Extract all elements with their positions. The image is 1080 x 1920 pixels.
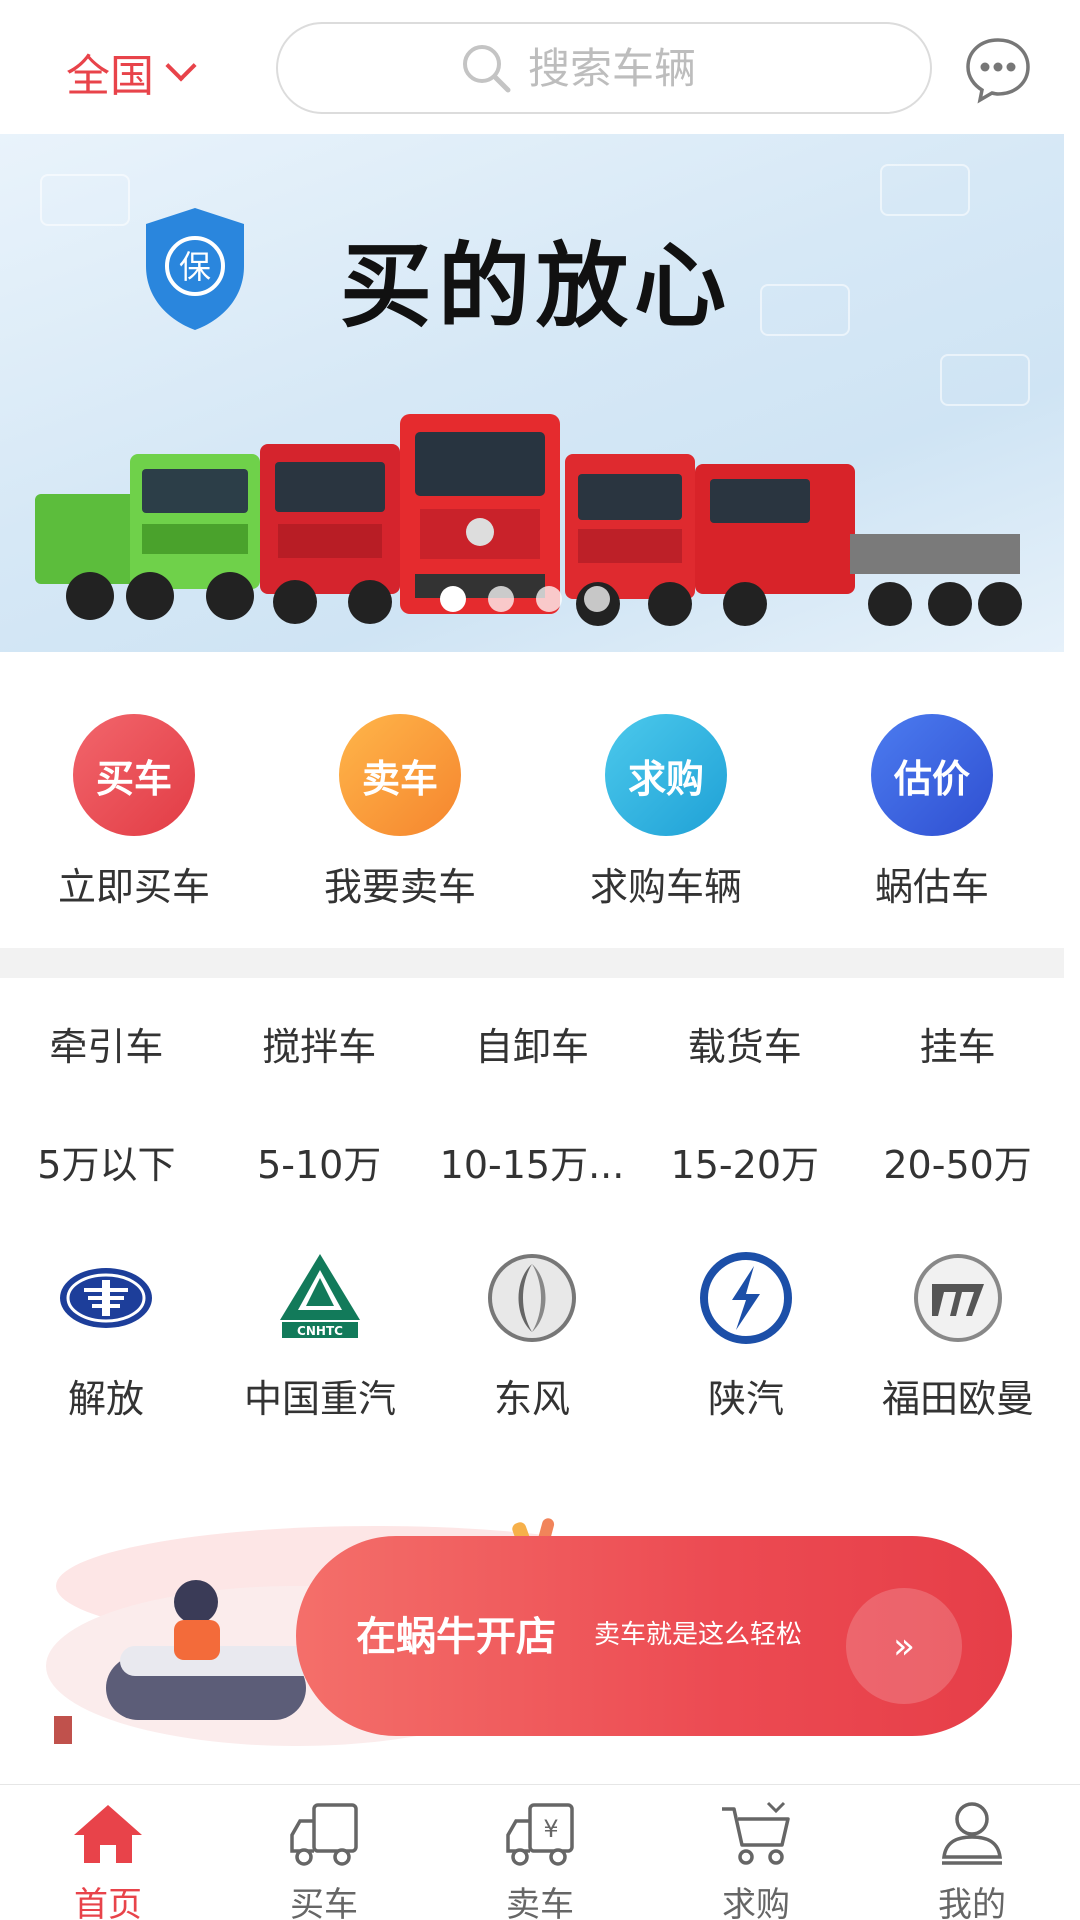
cnhtc-logo-icon: CNHTC: [280, 1254, 360, 1338]
open-store-banner[interactable]: 在蜗牛开店 卖车就是这么轻松 »: [46, 1516, 1036, 1756]
category-dump[interactable]: 自卸车: [426, 1016, 639, 1071]
quick-action-sell[interactable]: 卖车 我要卖车: [300, 714, 500, 911]
brand-cnhtc[interactable]: CNHTC 中国重汽: [214, 1250, 426, 1423]
tab-label: 卖车: [506, 1885, 574, 1920]
banner-title: 买的放心: [340, 233, 733, 340]
quick-actions: 买车 立即买车 卖车 我要卖车 求购 求购车辆 估价 蜗估车: [0, 652, 1064, 948]
green-truck: [35, 454, 260, 620]
price-range[interactable]: 10-15万...: [426, 1134, 639, 1189]
price-row: 5万以下 5-10万 10-15万... 15-20万 20-50万: [0, 1134, 1064, 1189]
region-label: 全国: [66, 51, 154, 102]
tab-buy[interactable]: 买车: [216, 1785, 432, 1920]
quick-action-label: 我要卖车: [323, 865, 476, 909]
estimate-badge: 估价: [871, 714, 993, 836]
price-range[interactable]: 20-50万: [851, 1134, 1064, 1189]
category-row: 牵引车 搅拌车 自卸车 载货车 挂车: [0, 1016, 1064, 1071]
svg-text:CNHTC: CNHTC: [297, 1324, 343, 1338]
brand-name: 福田欧曼: [881, 1377, 1034, 1421]
hex-decoration: [880, 164, 970, 216]
category-cargo[interactable]: 载货车: [638, 1016, 851, 1071]
category-tractor[interactable]: 牵引车: [0, 1016, 213, 1071]
hex-decoration: [40, 174, 130, 226]
truck-yuan-icon: ¥: [506, 1803, 574, 1866]
dongfeng-logo-icon: [488, 1254, 576, 1342]
search-icon: [463, 45, 511, 93]
promo-banner[interactable]: 保 买的放心: [0, 134, 1064, 652]
shield-icon: 保: [146, 208, 244, 330]
category-mixer[interactable]: 搅拌车: [213, 1016, 426, 1071]
message-icon[interactable]: [964, 36, 1032, 104]
tab-label: 我的: [938, 1885, 1006, 1920]
top-header: 全国: [0, 0, 1080, 134]
brand-name: 陕汽: [707, 1377, 784, 1421]
tab-label: 首页: [74, 1885, 142, 1920]
foton-logo-icon: [914, 1254, 1002, 1342]
red-truck: [260, 444, 400, 624]
price-range[interactable]: 15-20万: [638, 1134, 851, 1189]
promo-arrow-button[interactable]: »: [846, 1588, 962, 1704]
bottom-tab-bar: 首页 买车 ¥ 卖车 求购 我的: [0, 1784, 1080, 1920]
chevron-down-icon: [165, 50, 197, 82]
cart-icon: [722, 1801, 790, 1865]
quick-action-estimate[interactable]: 估价 蜗估车: [832, 714, 1032, 911]
brand-shacman[interactable]: 陕汽: [640, 1250, 852, 1423]
price-range[interactable]: 5万以下: [0, 1134, 213, 1189]
brand-name: 东风: [493, 1377, 570, 1421]
home-icon: [74, 1805, 142, 1863]
hex-decoration: [760, 284, 850, 336]
quick-action-label: 立即买车: [57, 865, 210, 909]
brand-faw[interactable]: 解放: [0, 1250, 212, 1423]
quick-action-request[interactable]: 求购 求购车辆: [566, 714, 766, 911]
tab-label: 求购: [722, 1885, 790, 1920]
quick-action-label: 蜗估车: [874, 865, 989, 909]
shacman-logo-icon: [700, 1252, 792, 1344]
faw-logo-icon: [60, 1268, 152, 1328]
tab-mine[interactable]: 我的: [864, 1785, 1080, 1920]
carousel-dot[interactable]: [488, 586, 514, 612]
price-range[interactable]: 5-10万: [213, 1134, 426, 1189]
tab-home[interactable]: 首页: [0, 1785, 216, 1920]
user-icon: [942, 1802, 1002, 1865]
brand-name: 中国重汽: [243, 1377, 396, 1421]
quick-action-label: 求购车辆: [589, 865, 742, 909]
section-divider: [0, 948, 1064, 978]
brand-name: 解放: [67, 1377, 144, 1421]
request-badge: 求购: [605, 714, 727, 836]
tab-sell[interactable]: ¥ 卖车: [432, 1785, 648, 1920]
svg-text:¥: ¥: [543, 1815, 558, 1843]
region-selector[interactable]: 全国: [66, 40, 197, 104]
search-bar[interactable]: [276, 22, 932, 114]
tab-label: 买车: [290, 1885, 358, 1920]
search-input[interactable]: [528, 43, 748, 93]
carousel-indicator: [440, 586, 610, 612]
category-trailer[interactable]: 挂车: [851, 1016, 1064, 1071]
carousel-dot[interactable]: [536, 586, 562, 612]
brand-dongfeng[interactable]: 东风: [426, 1250, 638, 1423]
tab-request[interactable]: 求购: [648, 1785, 864, 1920]
promo-subtitle: 卖车就是这么轻松: [594, 1620, 803, 1650]
promo-title: 在蜗牛开店: [356, 1614, 556, 1660]
red-truck-center: [400, 414, 560, 614]
sell-badge: 卖车: [339, 714, 461, 836]
carousel-dot[interactable]: [584, 586, 610, 612]
double-chevron-right-icon: »: [892, 1625, 916, 1667]
carousel-dot[interactable]: [440, 586, 466, 612]
quick-action-buy[interactable]: 买车 立即买车: [34, 714, 234, 911]
truck-icon: [290, 1803, 358, 1866]
svg-text:保: 保: [179, 248, 211, 286]
brand-foton[interactable]: 福田欧曼: [852, 1250, 1064, 1423]
buy-badge: 买车: [73, 714, 195, 836]
red-truck: [695, 464, 1022, 626]
